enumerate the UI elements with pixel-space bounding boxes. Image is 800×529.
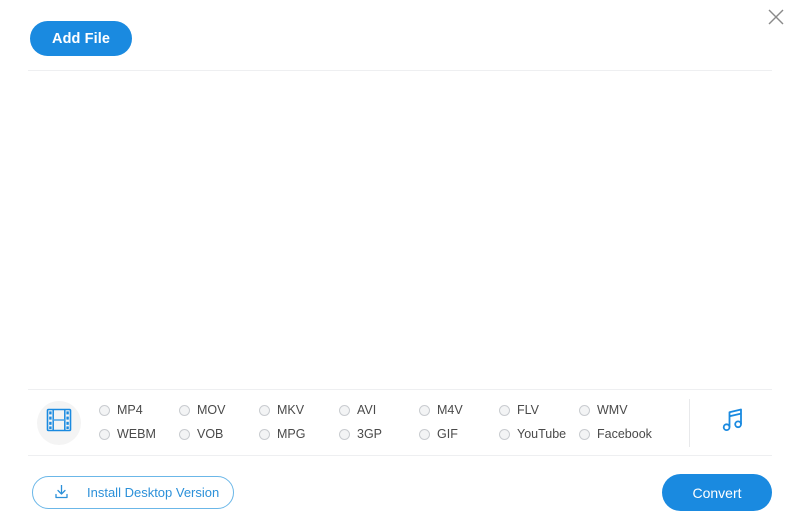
format-option-label: MP4 — [117, 403, 143, 418]
format-option-mkv[interactable]: MKV — [259, 399, 339, 423]
film-strip-icon — [45, 406, 73, 439]
music-note-icon — [718, 405, 748, 440]
format-option-label: MOV — [197, 403, 226, 418]
radio-icon[interactable] — [259, 405, 270, 416]
format-option-label: YouTube — [517, 427, 567, 442]
format-option-flv[interactable]: FLV — [499, 399, 579, 423]
format-option-youtube[interactable]: YouTube — [499, 423, 579, 447]
add-file-button[interactable]: Add File — [30, 21, 132, 56]
download-icon — [53, 483, 70, 503]
format-option-mov[interactable]: MOV — [179, 399, 259, 423]
convert-button[interactable]: Convert — [662, 474, 772, 511]
video-format-group-button[interactable] — [37, 400, 81, 445]
audio-format-group-button[interactable] — [708, 398, 758, 448]
format-option-m4v[interactable]: M4V — [419, 399, 499, 423]
format-option-gif[interactable]: GIF — [419, 423, 499, 447]
format-option-mp4[interactable]: MP4 — [99, 399, 179, 423]
radio-icon[interactable] — [339, 429, 350, 440]
format-option-wmv[interactable]: WMV — [579, 399, 659, 423]
format-option-label: WEBM — [117, 427, 156, 442]
radio-icon[interactable] — [579, 429, 590, 440]
format-option-label: Facebook — [597, 427, 652, 442]
format-option-label: MPG — [277, 427, 306, 442]
radio-icon[interactable] — [179, 429, 190, 440]
format-option-label: WMV — [597, 403, 628, 418]
format-option-label: 3GP — [357, 427, 383, 442]
format-group-divider — [689, 398, 690, 447]
format-option-label: FLV — [517, 403, 539, 418]
footer-bar: Install Desktop Version Convert — [0, 456, 800, 529]
radio-icon[interactable] — [339, 405, 350, 416]
radio-icon[interactable] — [99, 405, 110, 416]
install-desktop-version-label: Install Desktop Version — [87, 485, 220, 500]
format-option-label: AVI — [357, 403, 377, 418]
format-option-label: GIF — [437, 427, 458, 442]
radio-icon[interactable] — [179, 405, 190, 416]
format-option-mpg[interactable]: MPG — [259, 423, 339, 447]
radio-icon[interactable] — [499, 429, 510, 440]
format-option-avi[interactable]: AVI — [339, 399, 419, 423]
install-desktop-version-button[interactable]: Install Desktop Version — [32, 476, 234, 509]
format-option-webm[interactable]: WEBM — [99, 423, 179, 447]
format-option-label: MKV — [277, 403, 305, 418]
radio-icon[interactable] — [99, 429, 110, 440]
format-option-3gp[interactable]: 3GP — [339, 423, 419, 447]
format-option-vob[interactable]: VOB — [179, 423, 259, 447]
radio-icon[interactable] — [419, 429, 430, 440]
format-option-label: M4V — [437, 403, 463, 418]
radio-icon[interactable] — [259, 429, 270, 440]
radio-icon[interactable] — [419, 405, 430, 416]
format-option-label: VOB — [197, 427, 224, 442]
toolbar: Add File — [0, 0, 800, 71]
format-selector-bar: MP4 MOV MKV AVI M4V FLV WMV WEBM VOB MPG… — [28, 390, 772, 455]
radio-icon[interactable] — [579, 405, 590, 416]
format-options-grid: MP4 MOV MKV AVI M4V FLV WMV WEBM VOB MPG… — [99, 399, 689, 447]
format-option-facebook[interactable]: Facebook — [579, 423, 659, 447]
radio-icon[interactable] — [499, 405, 510, 416]
file-list-area[interactable] — [28, 71, 772, 381]
